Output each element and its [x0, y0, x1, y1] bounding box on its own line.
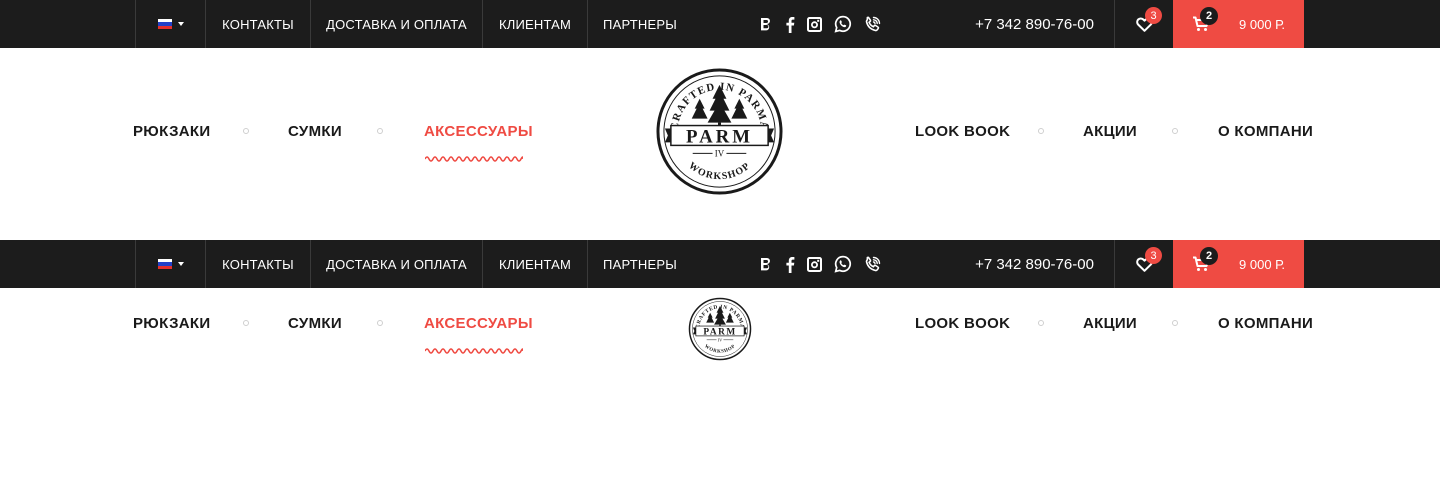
- svg-text:WORKSHOP: WORKSHOP: [686, 160, 752, 182]
- topnav-contacts[interactable]: КОНТАКТЫ: [206, 240, 311, 288]
- top-bar-inner: КОНТАКТЫ ДОСТАВКА И ОПЛАТА КЛИЕНТАМ ПАРТ…: [135, 240, 1304, 288]
- ru-flag-icon: [157, 19, 172, 29]
- nav-separator: [243, 320, 249, 326]
- nav-about[interactable]: О КОМПАНИ: [1218, 123, 1313, 140]
- nav-separator: [1038, 128, 1044, 134]
- parm-logo[interactable]: CRAFTED IN PARMA PARM IV WORKSHOP: [688, 297, 752, 361]
- topnav-delivery[interactable]: ДОСТАВКА И ОПЛАТА: [311, 0, 483, 48]
- nav-bags[interactable]: СУМКИ: [288, 123, 342, 140]
- topnav-contacts[interactable]: КОНТАКТЫ: [206, 0, 311, 48]
- nav-about[interactable]: О КОМПАНИ: [1218, 315, 1313, 332]
- nav-backpacks[interactable]: РЮКЗАКИ: [133, 123, 210, 140]
- nav-bags[interactable]: СУМКИ: [288, 315, 342, 332]
- topnav-clients[interactable]: КЛИЕНТАМ: [483, 240, 588, 288]
- facebook-icon[interactable]: [785, 16, 795, 33]
- nav-lookbook[interactable]: LOOK BOOK: [915, 315, 1010, 332]
- active-underline-wave: [425, 348, 523, 354]
- top-bar: КОНТАКТЫ ДОСТАВКА И ОПЛАТА КЛИЕНТАМ ПАРТ…: [0, 0, 1440, 48]
- logo-arc-bottom: WORKSHOP: [703, 344, 736, 355]
- vk-icon[interactable]: [760, 257, 773, 271]
- parm-logo[interactable]: CRAFTED IN PARMA PARM IV WORKSHOP: [655, 67, 784, 196]
- logo-numeral: IV: [718, 337, 723, 342]
- nav-sales[interactable]: АКЦИИ: [1083, 123, 1137, 140]
- logo-name: PARM: [703, 327, 736, 337]
- cart-total: 9 000 Р.: [1239, 256, 1285, 272]
- phone-number[interactable]: +7 342 890-76-00: [955, 0, 1115, 48]
- instagram-icon[interactable]: [807, 256, 822, 272]
- logo-emblem: CRAFTED IN PARMA PARM IV WORKSHOP: [656, 68, 783, 195]
- nav-separator: [1038, 320, 1044, 326]
- active-underline-wave: [425, 156, 523, 162]
- cart-total: 9 000 Р.: [1239, 16, 1285, 32]
- social-links: [760, 240, 881, 288]
- nav-separator: [1172, 320, 1178, 326]
- cart-button[interactable]: 2 9 000 Р.: [1173, 0, 1304, 48]
- top-bar-inner: КОНТАКТЫ ДОСТАВКА И ОПЛАТА КЛИЕНТАМ ПАРТ…: [135, 0, 1304, 48]
- nav-separator: [1172, 128, 1178, 134]
- chevron-down-icon: [177, 22, 184, 26]
- nav-accessories[interactable]: АКСЕССУАРЫ: [424, 315, 533, 332]
- nav-separator: [377, 320, 383, 326]
- topnav-partners[interactable]: ПАРТНЕРЫ: [588, 0, 692, 48]
- language-switcher[interactable]: [135, 0, 206, 48]
- cart-count-badge: 2: [1200, 7, 1218, 25]
- ru-flag-icon: [157, 259, 172, 269]
- facebook-icon[interactable]: [785, 256, 795, 273]
- logo-arc-bottom: WORKSHOP: [686, 160, 751, 182]
- nav-lookbook[interactable]: LOOK BOOK: [915, 123, 1010, 140]
- favorites-button[interactable]: 3: [1115, 0, 1173, 48]
- main-nav-sticky: РЮКЗАКИ СУМКИ АКСЕССУАРЫ CRAFTED IN PARM…: [0, 288, 1440, 368]
- topnav-delivery[interactable]: ДОСТАВКА И ОПЛАТА: [311, 240, 483, 288]
- whatsapp-icon[interactable]: [834, 255, 852, 273]
- cart-button[interactable]: 2 9 000 Р.: [1173, 240, 1304, 288]
- favorites-count-badge: 3: [1145, 7, 1162, 24]
- top-bar-sticky: КОНТАКТЫ ДОСТАВКА И ОПЛАТА КЛИЕНТАМ ПАРТ…: [0, 240, 1440, 288]
- logo-name: PARM: [686, 126, 753, 147]
- favorites-count-badge: 3: [1145, 247, 1162, 264]
- viber-icon[interactable]: [864, 16, 881, 33]
- chevron-down-icon: [177, 262, 184, 266]
- favorites-button[interactable]: 3: [1115, 240, 1173, 288]
- nav-separator: [377, 128, 383, 134]
- language-switcher[interactable]: [135, 240, 206, 288]
- viber-icon[interactable]: [864, 256, 881, 273]
- main-nav: РЮКЗАКИ СУМКИ АКСЕССУАРЫ CRAFTED IN PARM…: [0, 48, 1440, 240]
- svg-text:WORKSHOP: WORKSHOP: [703, 344, 737, 355]
- logo-numeral: IV: [715, 148, 725, 158]
- cart-count-badge: 2: [1200, 247, 1218, 265]
- phone-number[interactable]: +7 342 890-76-00: [955, 240, 1115, 288]
- topnav-clients[interactable]: КЛИЕНТАМ: [483, 0, 588, 48]
- nav-sales[interactable]: АКЦИИ: [1083, 315, 1137, 332]
- logo-emblem: CRAFTED IN PARMA PARM IV WORKSHOP: [688, 297, 752, 361]
- social-links: [760, 0, 881, 48]
- nav-separator: [243, 128, 249, 134]
- nav-backpacks[interactable]: РЮКЗАКИ: [133, 315, 210, 332]
- nav-accessories[interactable]: АКСЕССУАРЫ: [424, 123, 533, 140]
- vk-icon[interactable]: [760, 17, 773, 31]
- instagram-icon[interactable]: [807, 16, 822, 32]
- whatsapp-icon[interactable]: [834, 15, 852, 33]
- topnav-partners[interactable]: ПАРТНЕРЫ: [588, 240, 692, 288]
